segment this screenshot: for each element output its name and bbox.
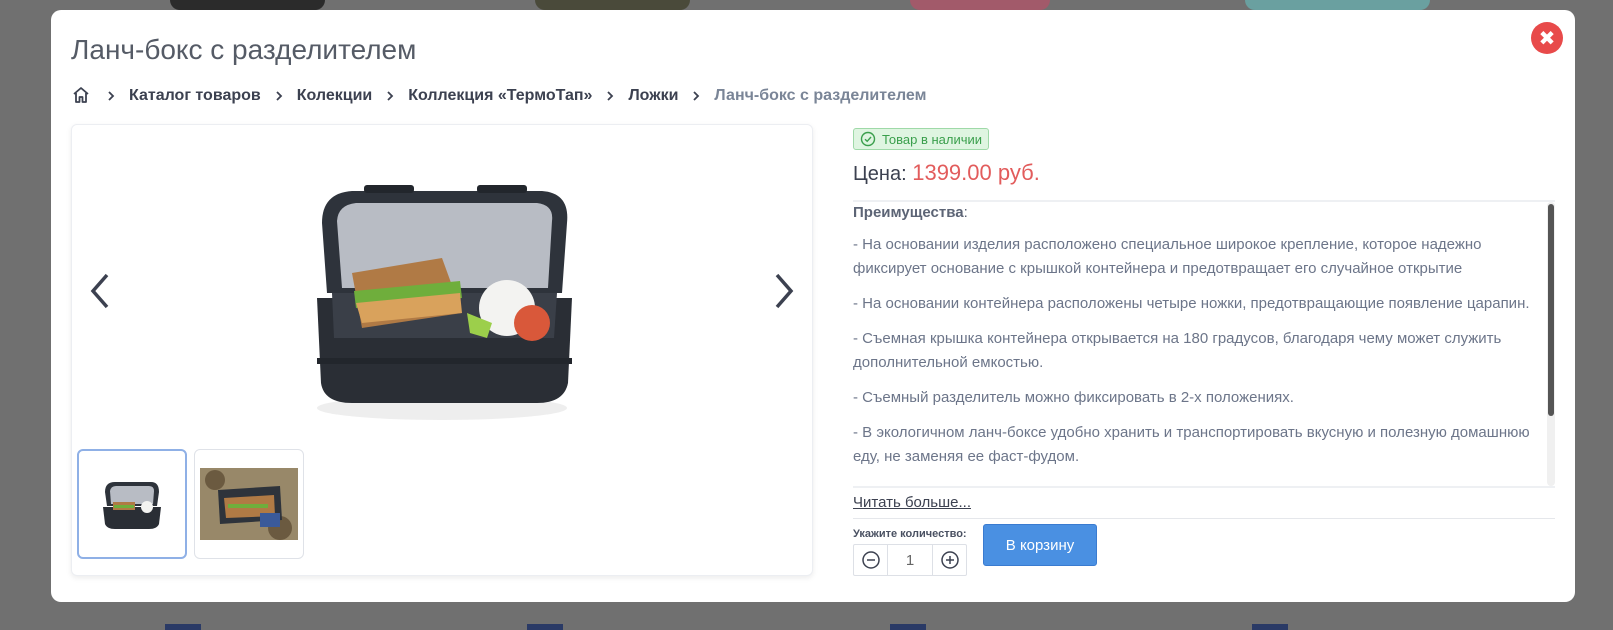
minus-circle-icon (861, 551, 880, 569)
product-gallery (71, 124, 813, 576)
chevron-right-icon (678, 90, 714, 102)
product-image (292, 163, 592, 433)
quantity-input[interactable] (887, 545, 933, 575)
advantages-heading: Преимущества: (853, 204, 1535, 221)
price-label: Цена: (853, 163, 907, 185)
background-product-image (170, 0, 325, 10)
divider (853, 518, 1555, 519)
quantity-stepper (853, 544, 967, 576)
background-product-image (1245, 0, 1430, 10)
next-image-button[interactable] (764, 261, 804, 321)
status-badge: Товар в наличии (853, 128, 990, 150)
breadcrumb-link-spoons[interactable]: Ложки (628, 87, 678, 105)
chevron-right-icon (93, 90, 129, 102)
increase-quantity-button[interactable] (933, 545, 966, 575)
advantage-item: - Съемный разделитель можно фиксировать … (853, 389, 1294, 406)
quantity-label: Укажите количество: (853, 528, 967, 540)
read-more-link[interactable]: Читать больше... (853, 494, 971, 511)
advantage-item: - Съемная крышка контейнера открывается … (853, 330, 1502, 371)
chevron-right-icon (775, 273, 794, 309)
advantages-colon: : (963, 204, 968, 221)
background-element (527, 624, 563, 630)
decrease-quantity-button[interactable] (854, 545, 887, 575)
prev-image-button[interactable] (80, 261, 120, 321)
breadcrumb-link-thermotap[interactable]: Коллекция «ТермоТап» (408, 87, 592, 105)
chevron-right-icon (261, 90, 297, 102)
scrollbar-thumb[interactable] (1548, 204, 1554, 416)
background-element (1252, 624, 1288, 630)
advantage-item: - В экологичном ланч-боксе удобно хранит… (853, 424, 1530, 465)
page-title: Ланч-бокс с разделителем (71, 34, 417, 65)
price-value: 1399.00 руб. (912, 160, 1040, 185)
thumbnail-2[interactable] (194, 449, 304, 559)
breadcrumb-link-collections[interactable]: Колекции (297, 87, 373, 105)
thumbnail-1[interactable] (77, 449, 187, 559)
check-circle-icon (860, 131, 876, 147)
chevron-right-icon (372, 90, 408, 102)
advantage-item: - На основании контейнера расположены че… (853, 295, 1530, 312)
description-scrollbar[interactable] (1547, 202, 1555, 486)
product-modal: ✖ Ланч-бокс с разделителем Каталог товар… (51, 10, 1575, 602)
stock-status-text: Товар в наличии (882, 131, 983, 147)
close-icon: ✖ (1538, 26, 1556, 50)
chevron-left-icon (90, 273, 109, 309)
background-product-image (910, 0, 1050, 10)
price-row: Цена: 1399.00 руб. (853, 160, 1555, 186)
close-button[interactable]: ✖ (1531, 22, 1563, 54)
breadcrumb: Каталог товаров Колекции Коллекция «Терм… (71, 82, 926, 110)
breadcrumb-link-catalog[interactable]: Каталог товаров (129, 87, 261, 105)
breadcrumb-current: Ланч-бокс с разделителем (714, 87, 927, 104)
background-element (890, 624, 926, 630)
advantages-title: Преимущества (853, 204, 964, 221)
advantage-item: - На основании изделия расположено специ… (853, 236, 1482, 277)
add-to-cart-button[interactable]: В корзину (983, 524, 1097, 566)
background-product-image (535, 0, 690, 10)
background-element (165, 624, 201, 630)
chevron-right-icon (592, 90, 628, 102)
product-info: Товар в наличии Цена: 1399.00 руб. Преим… (853, 128, 1555, 576)
plus-circle-icon (940, 551, 959, 569)
product-description[interactable]: Преимущества: - На основании изделия рас… (853, 200, 1555, 488)
home-icon[interactable] (71, 85, 93, 107)
